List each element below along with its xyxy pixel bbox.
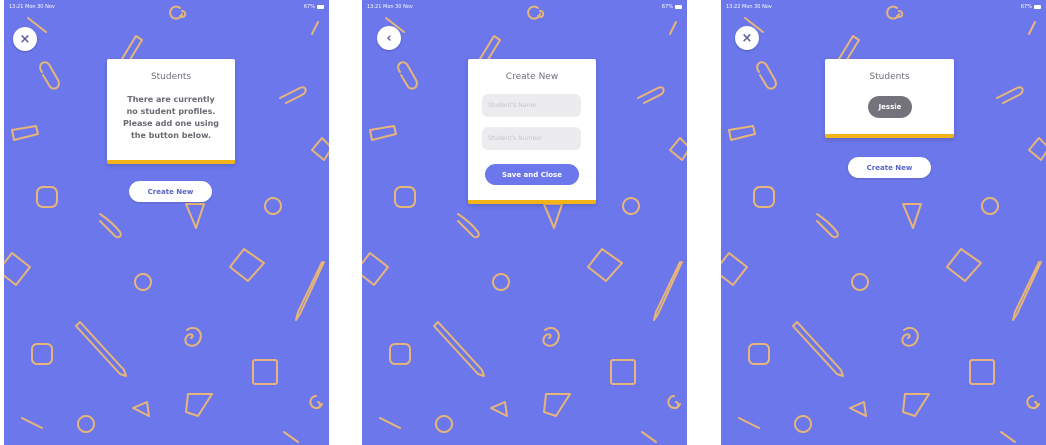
create-new-button[interactable]: Create New — [129, 181, 212, 202]
students-card: Students There are currently no student … — [107, 59, 235, 164]
student-name-field[interactable]: Student's Name — [482, 94, 581, 117]
save-and-close-button[interactable]: Save and Close — [485, 164, 579, 185]
status-time: 13:22 Mon 30 Nov — [726, 4, 772, 10]
back-button[interactable]: ‹ — [377, 26, 401, 50]
create-new-card: Create New Student's Name Student's Numb… — [468, 59, 596, 204]
screen-create-new: 13:21 Mon 30 Nov 67% ‹ Create New Studen… — [362, 0, 687, 445]
students-card: Students Jessie — [825, 59, 954, 138]
status-time: 13:21 Mon 30 Nov — [9, 4, 55, 10]
battery-indicator: 67% — [1021, 3, 1041, 11]
empty-state-message: There are currently no student profiles.… — [122, 95, 220, 140]
screen-students-list: 13:22 Mon 30 Nov 67% × Students Jessie C… — [721, 0, 1046, 445]
battery-icon — [675, 4, 682, 9]
student-pill-jessie[interactable]: Jessie — [868, 96, 912, 118]
back-chevron-icon: ‹ — [386, 30, 392, 46]
create-new-button[interactable]: Create New — [848, 157, 931, 178]
close-button[interactable]: × — [735, 26, 759, 50]
screen-students-empty: 13:21 Mon 30 Nov 67% × Students There ar… — [4, 0, 329, 445]
card-title: Students — [869, 72, 910, 82]
status-bar: 13:21 Mon 30 Nov 67% — [9, 3, 324, 11]
status-bar: 13:21 Mon 30 Nov 67% — [367, 3, 682, 11]
battery-icon — [1034, 4, 1041, 9]
battery-icon — [317, 4, 324, 9]
close-icon: × — [19, 31, 31, 47]
battery-percent: 67% — [661, 4, 673, 10]
card-title: Students — [150, 72, 192, 82]
status-time: 13:21 Mon 30 Nov — [367, 4, 413, 10]
student-number-field[interactable]: Student's Number — [482, 127, 581, 150]
battery-percent: 67% — [1020, 4, 1032, 10]
battery-indicator: 67% — [304, 3, 324, 11]
close-button[interactable]: × — [13, 27, 37, 51]
battery-percent: 67% — [303, 4, 315, 10]
battery-indicator: 67% — [662, 3, 682, 11]
status-bar: 13:22 Mon 30 Nov 67% — [726, 3, 1041, 11]
close-icon: × — [741, 30, 753, 46]
card-title: Create New — [505, 72, 559, 82]
